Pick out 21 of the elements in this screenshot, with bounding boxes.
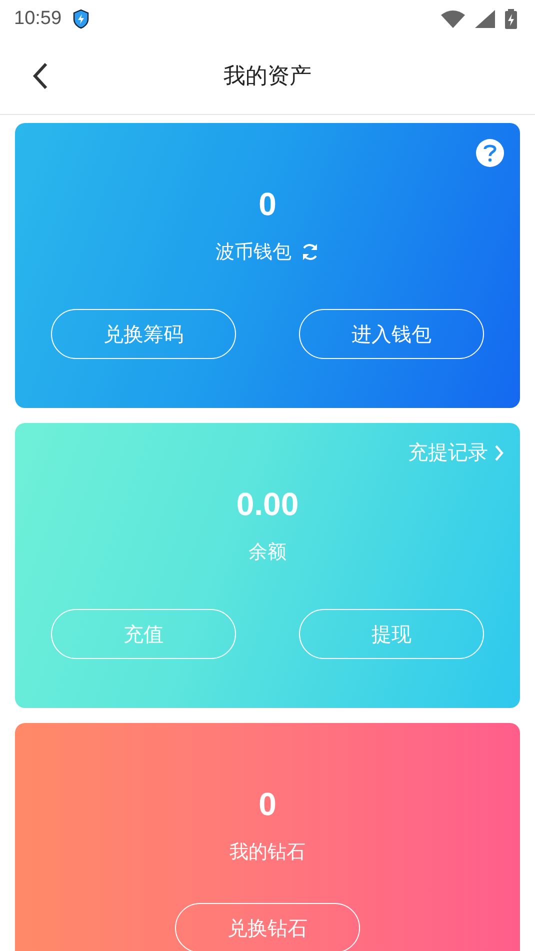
shield-icon: [72, 9, 90, 29]
page-title: 我的资产: [224, 63, 312, 91]
back-icon[interactable]: [32, 62, 48, 90]
action-button[interactable]: 兑换钻石: [175, 903, 360, 951]
action-button[interactable]: 兑换筹码: [51, 309, 236, 359]
chevron-icon: [494, 444, 504, 462]
amount-value: 0: [258, 185, 276, 223]
asset-label: 波币钱包: [216, 240, 292, 265]
asset-label: 余额: [248, 540, 286, 565]
action-button[interactable]: 进入钱包: [299, 309, 484, 359]
wifi-icon: [441, 10, 465, 28]
signal-icon: [475, 10, 495, 28]
action-button[interactable]: 提现: [299, 609, 484, 659]
asset-label: 我的钻石: [230, 840, 306, 865]
records-link[interactable]: 充提记录: [408, 439, 504, 466]
action-button[interactable]: 充值: [51, 609, 236, 659]
amount-value: 0: [258, 785, 276, 823]
status-time: 10:59: [14, 8, 62, 30]
help-icon[interactable]: [476, 139, 504, 167]
amount-value: 0.00: [236, 485, 299, 523]
battery-icon: [505, 9, 517, 29]
